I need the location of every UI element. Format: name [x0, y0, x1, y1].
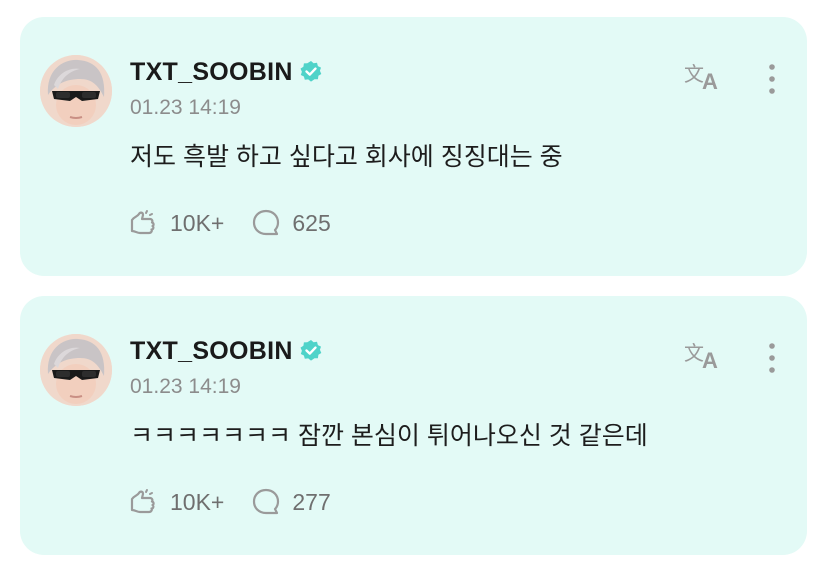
more-vertical-icon — [762, 64, 782, 103]
comment-icon — [250, 486, 282, 518]
timestamp: 01.23 14:19 — [130, 375, 241, 398]
comment-button[interactable]: 277 — [250, 486, 331, 518]
like-icon — [128, 207, 160, 239]
more-options-button[interactable] — [762, 338, 782, 378]
comment-count: 277 — [292, 488, 331, 515]
like-icon — [128, 486, 160, 518]
like-count: 10K+ — [170, 209, 225, 236]
username[interactable]: TXT_SOOBIN — [130, 337, 293, 366]
translate-button[interactable]: 文 A — [682, 336, 726, 376]
more-options-button[interactable] — [762, 59, 782, 99]
post-card[interactable]: TXT_SOOBIN 01.23 14:19 저도 흑발 하고 싶다고 회사에 … — [20, 17, 807, 276]
post-feed: TXT_SOOBIN 01.23 14:19 저도 흑발 하고 싶다고 회사에 … — [0, 0, 828, 571]
timestamp: 01.23 14:19 — [130, 96, 241, 119]
svg-text:文: 文 — [684, 62, 704, 86]
avatar[interactable] — [40, 55, 112, 127]
like-button[interactable]: 10K+ — [128, 207, 224, 239]
translate-icon: 文 A — [682, 62, 726, 101]
svg-text:A: A — [702, 348, 718, 373]
username-row: TXT_SOOBIN — [130, 334, 323, 368]
verified-badge-icon — [299, 339, 323, 363]
verified-badge-icon — [299, 60, 323, 84]
translate-button[interactable]: 文 A — [682, 57, 726, 97]
more-vertical-icon — [762, 343, 782, 382]
like-count: 10K+ — [170, 488, 225, 515]
svg-text:A: A — [702, 69, 718, 94]
post-text: ㅋㅋㅋㅋㅋㅋㅋ 잠깐 본심이 튀어나오신 것 같은데 — [130, 422, 648, 450]
comment-button[interactable]: 625 — [250, 207, 331, 239]
post-text: 저도 흑발 하고 싶다고 회사에 징징대는 중 — [130, 143, 563, 171]
like-button[interactable]: 10K+ — [128, 486, 224, 518]
translate-icon: 文 A — [682, 341, 726, 380]
username-row: TXT_SOOBIN — [130, 55, 323, 89]
username[interactable]: TXT_SOOBIN — [130, 58, 293, 87]
action-bar: 10K+ 277 — [128, 482, 357, 522]
action-bar: 10K+ 625 — [128, 203, 357, 243]
comment-icon — [250, 207, 282, 239]
svg-text:文: 文 — [684, 341, 704, 365]
post-card[interactable]: TXT_SOOBIN 01.23 14:19 ㅋㅋㅋㅋㅋㅋㅋ 잠깐 본심이 튀어… — [20, 296, 807, 555]
avatar[interactable] — [40, 334, 112, 406]
comment-count: 625 — [292, 209, 331, 236]
